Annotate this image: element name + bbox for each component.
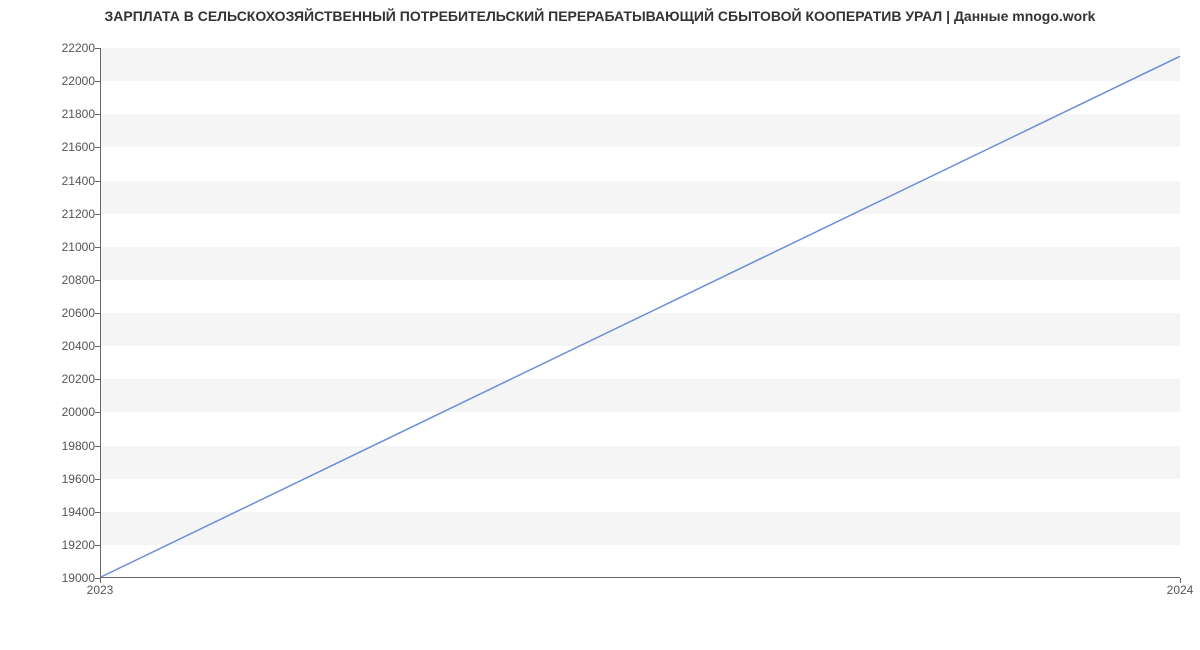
x-tick-label: 2023 — [87, 583, 114, 597]
y-tick-mark — [95, 280, 100, 281]
series-line — [101, 56, 1180, 577]
chart-title: ЗАРПЛАТА В СЕЛЬСКОХОЗЯЙСТВЕННЫЙ ПОТРЕБИТ… — [0, 8, 1200, 24]
y-tick-mark — [95, 247, 100, 248]
x-tick-mark — [1180, 578, 1181, 583]
y-tick-label: 19000 — [5, 571, 95, 585]
y-tick-mark — [95, 446, 100, 447]
y-tick-label: 21400 — [5, 174, 95, 188]
y-tick-mark — [95, 346, 100, 347]
y-tick-label: 20400 — [5, 339, 95, 353]
chart-container: ЗАРПЛАТА В СЕЛЬСКОХОЗЯЙСТВЕННЫЙ ПОТРЕБИТ… — [0, 0, 1200, 650]
y-tick-label: 22200 — [5, 41, 95, 55]
y-tick-mark — [95, 181, 100, 182]
y-tick-label: 19400 — [5, 505, 95, 519]
y-tick-mark — [95, 379, 100, 380]
y-tick-mark — [95, 48, 100, 49]
x-tick-mark — [100, 578, 101, 583]
y-tick-mark — [95, 147, 100, 148]
y-tick-mark — [95, 545, 100, 546]
y-tick-label: 20800 — [5, 273, 95, 287]
y-tick-mark — [95, 479, 100, 480]
y-tick-label: 20200 — [5, 372, 95, 386]
y-tick-mark — [95, 81, 100, 82]
y-tick-mark — [95, 512, 100, 513]
y-tick-label: 19600 — [5, 472, 95, 486]
y-tick-label: 21600 — [5, 140, 95, 154]
y-tick-label: 19200 — [5, 538, 95, 552]
y-tick-mark — [95, 313, 100, 314]
y-tick-label: 19800 — [5, 439, 95, 453]
y-tick-mark — [95, 214, 100, 215]
y-tick-mark — [95, 412, 100, 413]
y-tick-label: 22000 — [5, 74, 95, 88]
plot-area — [100, 48, 1180, 578]
y-tick-label: 20600 — [5, 306, 95, 320]
y-tick-mark — [95, 114, 100, 115]
y-tick-label: 21200 — [5, 207, 95, 221]
y-tick-label: 20000 — [5, 405, 95, 419]
y-tick-label: 21800 — [5, 107, 95, 121]
y-tick-label: 21000 — [5, 240, 95, 254]
x-tick-label: 2024 — [1167, 583, 1194, 597]
line-layer — [101, 48, 1180, 577]
